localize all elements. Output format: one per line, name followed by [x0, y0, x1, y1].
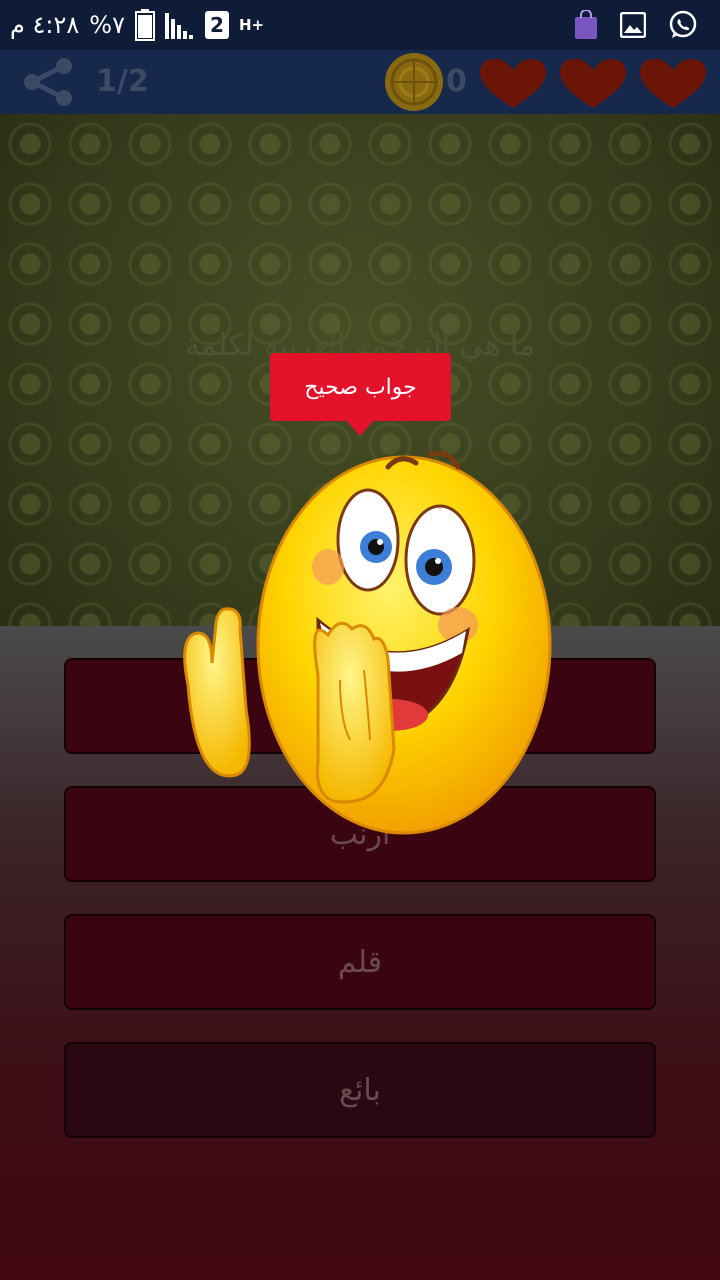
network-type: H+ — [238, 16, 265, 34]
battery-icon — [134, 9, 155, 41]
sim-label: 2 — [210, 13, 224, 37]
coin-icon — [385, 53, 443, 111]
coin-count: 0 — [446, 64, 467, 99]
toast-pointer — [346, 420, 374, 436]
gallery-icon — [620, 12, 646, 38]
sim-icon: 2 — [204, 11, 229, 39]
heart-icon — [640, 59, 706, 108]
heart-icon — [480, 59, 546, 108]
signal-icon — [164, 13, 193, 39]
clapping-emoji-icon — [183, 451, 552, 835]
status-time: ٤:٢٨ م — [10, 11, 80, 39]
status-right-group — [574, 8, 698, 42]
answer-option[interactable]: بائع — [64, 1042, 656, 1138]
answer-option[interactable]: قلم — [64, 914, 656, 1010]
status-bar: ٤:٢٨ م %٧ 2 H+ — [0, 0, 720, 50]
heart-icon — [560, 59, 626, 108]
status-left-group: ٤:٢٨ م %٧ 2 H+ — [10, 8, 264, 42]
shopping-bag-icon — [575, 10, 597, 39]
battery-percent: %٧ — [89, 11, 125, 39]
app-bar: 1/2 0 — [0, 50, 720, 114]
whatsapp-icon — [669, 10, 697, 38]
feedback-toast: جواب صحيح — [270, 353, 451, 421]
share-icon[interactable] — [20, 56, 76, 108]
question-progress: 1/2 — [96, 64, 149, 99]
